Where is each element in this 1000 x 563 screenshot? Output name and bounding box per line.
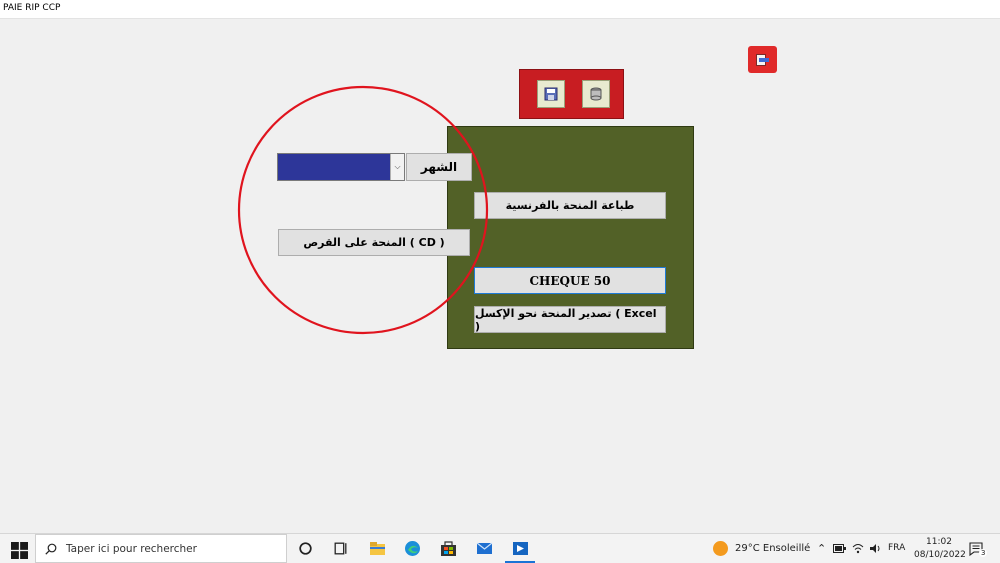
cortana-icon[interactable]: [297, 540, 314, 557]
edge-browser-icon[interactable]: [404, 540, 421, 557]
annotation-circle: [237, 85, 489, 335]
battery-icon[interactable]: [833, 544, 846, 553]
notification-count-badge: 3: [979, 549, 988, 557]
store-icon[interactable]: [440, 540, 457, 557]
taskbar: Taper ici pour rechercher 29°C Ensoleill…: [0, 533, 1000, 563]
wifi-icon[interactable]: [852, 543, 864, 554]
weather-text[interactable]: 29°C Ensoleillé: [735, 543, 810, 554]
windows-start-icon[interactable]: [11, 542, 28, 559]
task-view-icon[interactable]: [332, 540, 349, 557]
input-language[interactable]: FRA: [888, 543, 905, 553]
file-explorer-icon[interactable]: [369, 540, 386, 557]
weather-sun-icon[interactable]: [713, 541, 728, 556]
mail-icon[interactable]: [476, 540, 493, 557]
taskbar-search[interactable]: Taper ici pour rechercher: [35, 534, 287, 563]
search-placeholder: Taper ici pour rechercher: [66, 543, 197, 555]
app-running-icon[interactable]: [512, 540, 529, 557]
volume-icon[interactable]: [869, 543, 882, 554]
clock-time[interactable]: 11:02: [926, 537, 952, 547]
search-icon: [45, 543, 57, 555]
tray-chevron-up-icon[interactable]: ⌃: [817, 542, 826, 555]
clock-date[interactable]: 08/10/2022: [914, 550, 966, 560]
